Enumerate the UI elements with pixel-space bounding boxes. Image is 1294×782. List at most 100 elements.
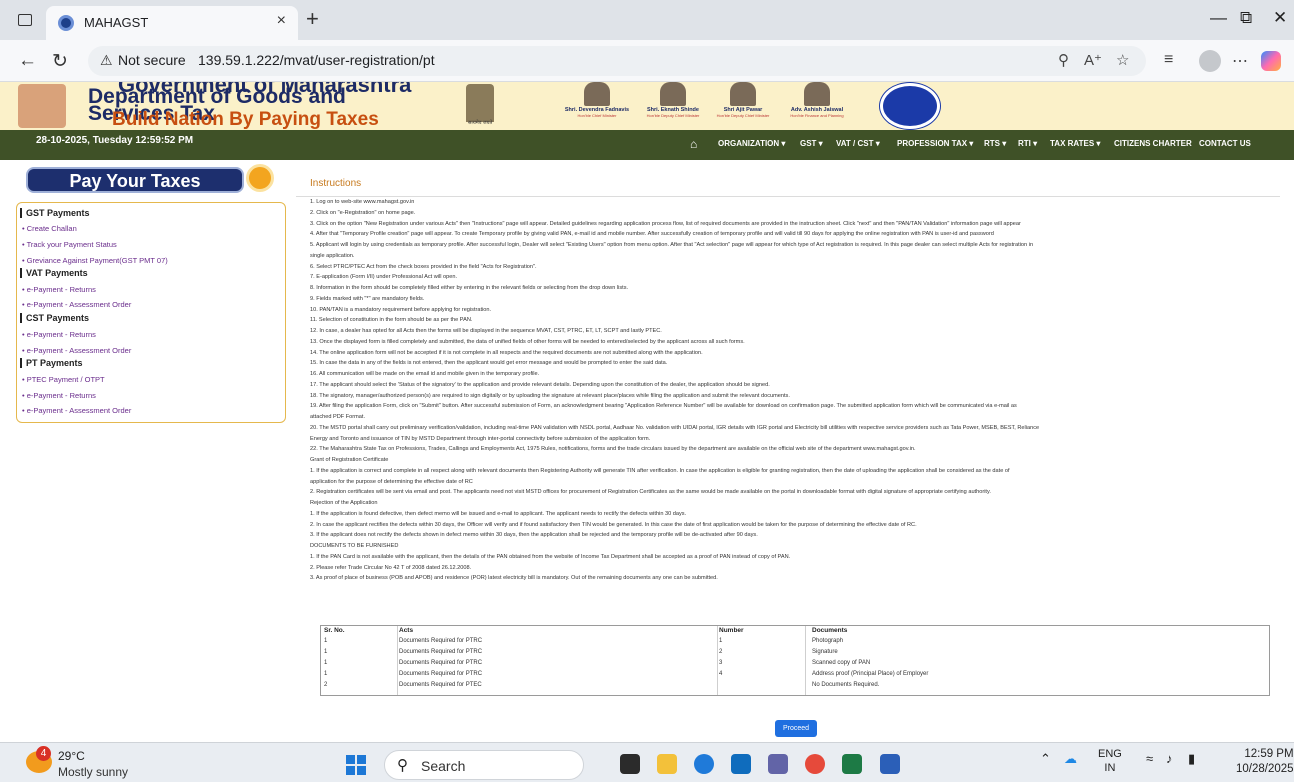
zoom-icon[interactable]: ⚲: [1058, 51, 1069, 69]
group-gst-payments: GST Payments: [20, 208, 90, 218]
instruction-line: 22. The Maharashtra State Tax on Profess…: [310, 446, 916, 453]
link-ptec-payment[interactable]: • PTEC Payment / OTPT: [22, 375, 105, 384]
instruction-line: 8. Information in the form should be com…: [310, 285, 629, 291]
table-cell: Photograph: [812, 638, 844, 644]
volume-icon[interactable]: ♪: [1166, 751, 1173, 766]
link-track-payment[interactable]: • Track your Payment Status: [22, 240, 117, 249]
department-logo: [18, 84, 66, 128]
link-cst-returns[interactable]: • e-Payment - Returns: [22, 330, 96, 339]
more-menu-icon[interactable]: ⋯: [1232, 51, 1248, 71]
start-icon[interactable]: [346, 755, 366, 775]
not-secure-label[interactable]: Not secure: [118, 52, 186, 68]
file-explorer-icon[interactable]: [657, 754, 677, 774]
browser-tab-bar: MAHAGST × + — ⧉ ✕: [0, 0, 1294, 40]
word-icon[interactable]: [880, 754, 900, 774]
instruction-line: 6. Select PTRC/PTEC Act from the check b…: [310, 263, 537, 270]
edge-icon[interactable]: [694, 754, 714, 774]
nav-contact-us[interactable]: CONTACT US: [1199, 139, 1251, 148]
home-icon[interactable]: ⌂: [690, 137, 697, 151]
reload-icon[interactable]: ↻: [52, 50, 68, 73]
outlook-icon[interactable]: [731, 754, 751, 774]
instruction-line: 3. If the applicant does not rectify the…: [310, 532, 758, 539]
taskbar-search[interactable]: ⚲ Search: [384, 750, 584, 780]
wifi-icon[interactable]: ≈: [1146, 751, 1153, 766]
screen: MAHAGST × + — ⧉ ✕ ← ↻ ⚠ Not secure 139.5…: [0, 0, 1294, 782]
battery-icon[interactable]: ▮: [1188, 751, 1195, 767]
col-header-number: Number: [719, 627, 744, 634]
col-header-acts: Acts: [399, 627, 414, 634]
link-create-challan[interactable]: • Create Challan: [22, 224, 77, 233]
address-bar[interactable]: ⚠ Not secure 139.59.1.222/mvat/user-regi…: [88, 46, 1146, 76]
instruction-line: single application.: [310, 252, 355, 259]
main-navbar: 28-10-2025, Tuesday 12:59:52 PM ⌂ ORGANI…: [0, 130, 1294, 160]
chrome-icon[interactable]: [805, 754, 825, 774]
table-cell: Documents Required for PTRC: [399, 671, 483, 677]
slogan: Build Nation By Paying Taxes: [112, 109, 379, 130]
onedrive-icon[interactable]: ☁: [1064, 751, 1077, 767]
nav-rts[interactable]: RTS ▾: [984, 139, 1006, 148]
nav-rti[interactable]: RTI ▾: [1018, 139, 1037, 148]
link-cst-assessment[interactable]: • e-Payment - Assessment Order: [22, 346, 131, 355]
window-menu-icon[interactable]: [18, 14, 32, 26]
nav-gst[interactable]: GST ▾: [800, 139, 823, 148]
leader-card: Shri. Eknath Shinde Hon'ble Deputy Chief…: [638, 82, 708, 118]
documents-table: Sr. No. Acts Number Documents 1 Documents…: [320, 625, 1270, 696]
tab-close-button[interactable]: ×: [277, 12, 286, 30]
read-aloud-icon[interactable]: A⁺: [1084, 51, 1102, 69]
favorite-star-icon[interactable]: ☆: [1116, 51, 1129, 69]
task-view-icon[interactable]: [620, 754, 640, 774]
temperature[interactable]: 29°C: [58, 749, 85, 763]
proceed-button[interactable]: Proceed: [775, 720, 817, 737]
link-vat-returns[interactable]: • e-Payment - Returns: [22, 285, 96, 294]
nav-tax-rates[interactable]: TAX RATES ▾: [1050, 139, 1100, 148]
instruction-line: Rejection of the Application: [310, 500, 378, 506]
group-cst-payments: CST Payments: [20, 313, 89, 323]
table-cell: Documents Required for PTRC: [399, 649, 483, 655]
instruction-line: 2. Please refer Trade Circular No 42 T o…: [310, 564, 472, 571]
link-vat-assessment[interactable]: • e-Payment - Assessment Order: [22, 300, 131, 309]
col-header-documents: Documents: [812, 627, 848, 634]
copilot-icon[interactable]: [1261, 51, 1281, 71]
nav-citizens-charter[interactable]: CITIZENS CHARTER: [1114, 139, 1192, 148]
windows-taskbar: 4 29°C Mostly sunny ⚲ Search ⌃ ☁ ENG IN …: [0, 742, 1294, 782]
search-icon: ⚲: [397, 757, 408, 774]
tab-title: MAHAGST: [84, 15, 149, 30]
restore-icon[interactable]: ⧉: [1240, 8, 1252, 28]
leader-role: Hon'ble Chief Minister: [577, 113, 617, 118]
instruction-line: 3. Click on the option "New Registration…: [310, 220, 1021, 227]
instruction-line: 11. Selection of constitution in the for…: [310, 317, 473, 324]
link-pt-returns[interactable]: • e-Payment - Returns: [22, 391, 96, 400]
system-clock[interactable]: 12:59 PM 10/28/2025: [1236, 747, 1294, 777]
new-tab-button[interactable]: +: [306, 6, 319, 32]
leader-photo: [584, 82, 610, 106]
pay-your-taxes-banner: Pay Your Taxes: [26, 167, 244, 193]
excel-icon[interactable]: [842, 754, 862, 774]
table-cell: No Documents Required.: [812, 682, 880, 688]
table-cell: 1: [324, 671, 328, 677]
instruction-line: 19. After filing the application Form, c…: [310, 403, 1017, 410]
link-grievance-payment[interactable]: • Greviance Against Payment(GST PMT 07): [22, 256, 168, 265]
instruction-line: 20. The MSTD portal shall carry out prel…: [310, 424, 1040, 431]
instruction-line: 9. Fields marked with "*" are mandatory …: [310, 295, 425, 302]
back-icon[interactable]: ←: [18, 50, 37, 72]
link-pt-assessment[interactable]: • e-Payment - Assessment Order: [22, 406, 131, 415]
instruction-line: attached PDF Format.: [310, 414, 366, 420]
current-datetime: 28-10-2025, Tuesday 12:59:52 PM: [36, 135, 194, 146]
tray-chevron-icon[interactable]: ⌃: [1040, 751, 1051, 767]
url-text[interactable]: 139.59.1.222/mvat/user-registration/pt: [198, 52, 435, 68]
language-indicator[interactable]: ENG IN: [1098, 747, 1122, 775]
teams-icon[interactable]: [768, 754, 788, 774]
minimize-icon[interactable]: —: [1210, 8, 1227, 28]
instruction-line: 1. If the application is correct and com…: [310, 467, 1010, 474]
table-cell: 2: [719, 649, 723, 655]
favorites-icon[interactable]: ≡: [1164, 51, 1173, 69]
nav-vat-cst[interactable]: VAT / CST ▾: [836, 139, 880, 148]
instruction-line: 4. After that "Temporary Profile creatio…: [310, 231, 994, 238]
nav-organization[interactable]: ORGANIZATION ▾: [718, 139, 785, 148]
weather-description[interactable]: Mostly sunny: [58, 765, 128, 779]
nav-profession-tax[interactable]: PROFESSION TAX ▾: [897, 139, 973, 148]
site-header: Government of Maharashtra Department of …: [0, 82, 1294, 130]
profile-avatar[interactable]: [1199, 50, 1221, 72]
browser-tab[interactable]: MAHAGST ×: [46, 6, 298, 40]
window-close-icon[interactable]: ✕: [1273, 8, 1287, 28]
